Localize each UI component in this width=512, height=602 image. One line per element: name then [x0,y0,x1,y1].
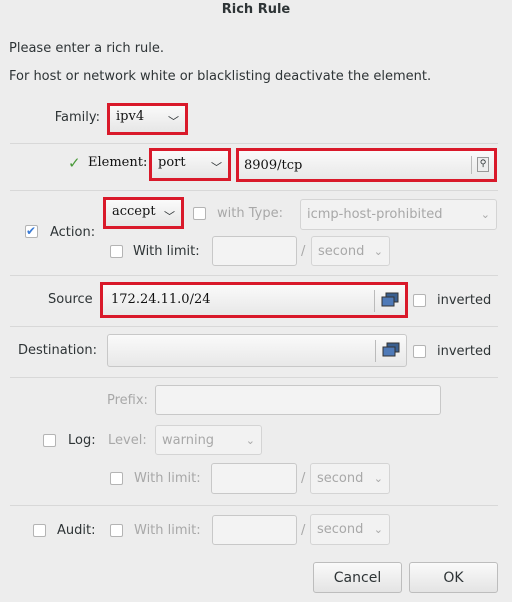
separator [10,326,498,327]
action-limit-checkbox[interactable] [110,245,123,258]
element-check-icon[interactable]: ✓ [68,154,81,172]
chevron-down-icon: ⌄ [373,244,383,258]
family-value: ipv4 [116,109,145,124]
level-label: Level: [108,433,147,448]
prefix-input[interactable] [155,385,441,415]
element-type-combo[interactable]: port ﹀ [149,148,231,181]
chevron-down-icon: ⌄ [245,433,255,447]
audit-label: Audit: [57,523,96,538]
element-type-value: port [158,155,186,170]
audit-unit-combo[interactable]: second ⌄ [310,514,390,545]
log-label: Log: [68,433,96,448]
separator [10,143,498,144]
action-combo[interactable]: accept ﹀ [103,197,184,229]
prefix-label: Prefix: [107,393,148,408]
unit-value: second [317,522,364,537]
unit-value: second [317,471,364,486]
unit-value: second [318,243,365,259]
audit-limit-checkbox[interactable] [110,524,123,537]
divider [374,290,375,312]
chevron-down-icon: ﹀ [168,115,179,128]
audit-checkbox[interactable] [33,524,46,537]
action-checkbox[interactable]: ✔ [25,225,38,238]
network-icon[interactable] [381,292,399,308]
slash: / [301,471,306,486]
action-limit-input[interactable] [212,236,297,266]
chevron-down-icon: ﹀ [211,161,222,174]
log-limit-input[interactable] [211,463,297,494]
with-type-label: with Type: [217,206,283,221]
separator [10,275,498,276]
element-value-input[interactable]: 8909/tcp ⚲ [236,148,497,182]
element-label: Element: [88,155,148,170]
log-limit-label: With limit: [134,471,201,486]
divider [375,340,376,362]
log-limit-checkbox[interactable] [110,472,123,485]
destination-inverted-label: inverted [437,344,492,359]
source-inverted-checkbox[interactable] [413,294,426,307]
chevron-down-icon: ⌄ [373,472,383,485]
action-label: Action: [50,225,96,240]
with-type-checkbox[interactable] [193,207,206,220]
level-combo[interactable]: warning ⌄ [155,425,262,455]
audit-limit-input[interactable] [212,515,297,545]
action-limit-label: With limit: [133,244,200,259]
source-label: Source [48,292,93,307]
intro-line-1: Please enter a rich rule. [9,41,165,56]
audit-limit-label: With limit: [134,523,201,538]
destination-inverted-checkbox[interactable] [413,345,426,358]
destination-input[interactable] [107,334,407,367]
edit-icon[interactable]: ⚲ [477,157,489,172]
chevron-down-icon: ⌄ [373,523,383,536]
source-value: 172.24.11.0/24 [111,292,211,307]
type-value: icmp-host-prohibited [307,207,443,222]
separator [10,190,498,191]
slash: / [301,523,306,538]
slash: / [301,244,306,259]
source-input[interactable]: 172.24.11.0/24 [100,282,408,318]
action-value: accept [112,204,156,219]
type-combo[interactable]: icmp-host-prohibited ⌄ [300,199,497,230]
chevron-down-icon: ﹀ [164,210,175,223]
ok-button[interactable]: OK [409,562,498,593]
level-value: warning [162,432,215,448]
log-checkbox[interactable] [43,434,56,447]
separator [10,377,498,378]
destination-label: Destination: [18,343,97,358]
dialog-title: Rich Rule [221,2,291,17]
divider [471,156,472,174]
chevron-down-icon: ⌄ [480,208,490,221]
family-combo[interactable]: ipv4 ﹀ [107,103,188,135]
log-unit-combo[interactable]: second ⌄ [310,463,390,494]
family-label: Family: [54,110,100,125]
network-icon[interactable] [382,342,400,358]
intro-line-2: For host or network white or blacklistin… [9,69,432,84]
cancel-button[interactable]: Cancel [313,562,402,593]
element-value-text: 8909/tcp [244,158,303,173]
action-unit-combo[interactable]: second ⌄ [311,236,390,266]
source-inverted-label: inverted [437,293,492,308]
separator [10,505,498,506]
